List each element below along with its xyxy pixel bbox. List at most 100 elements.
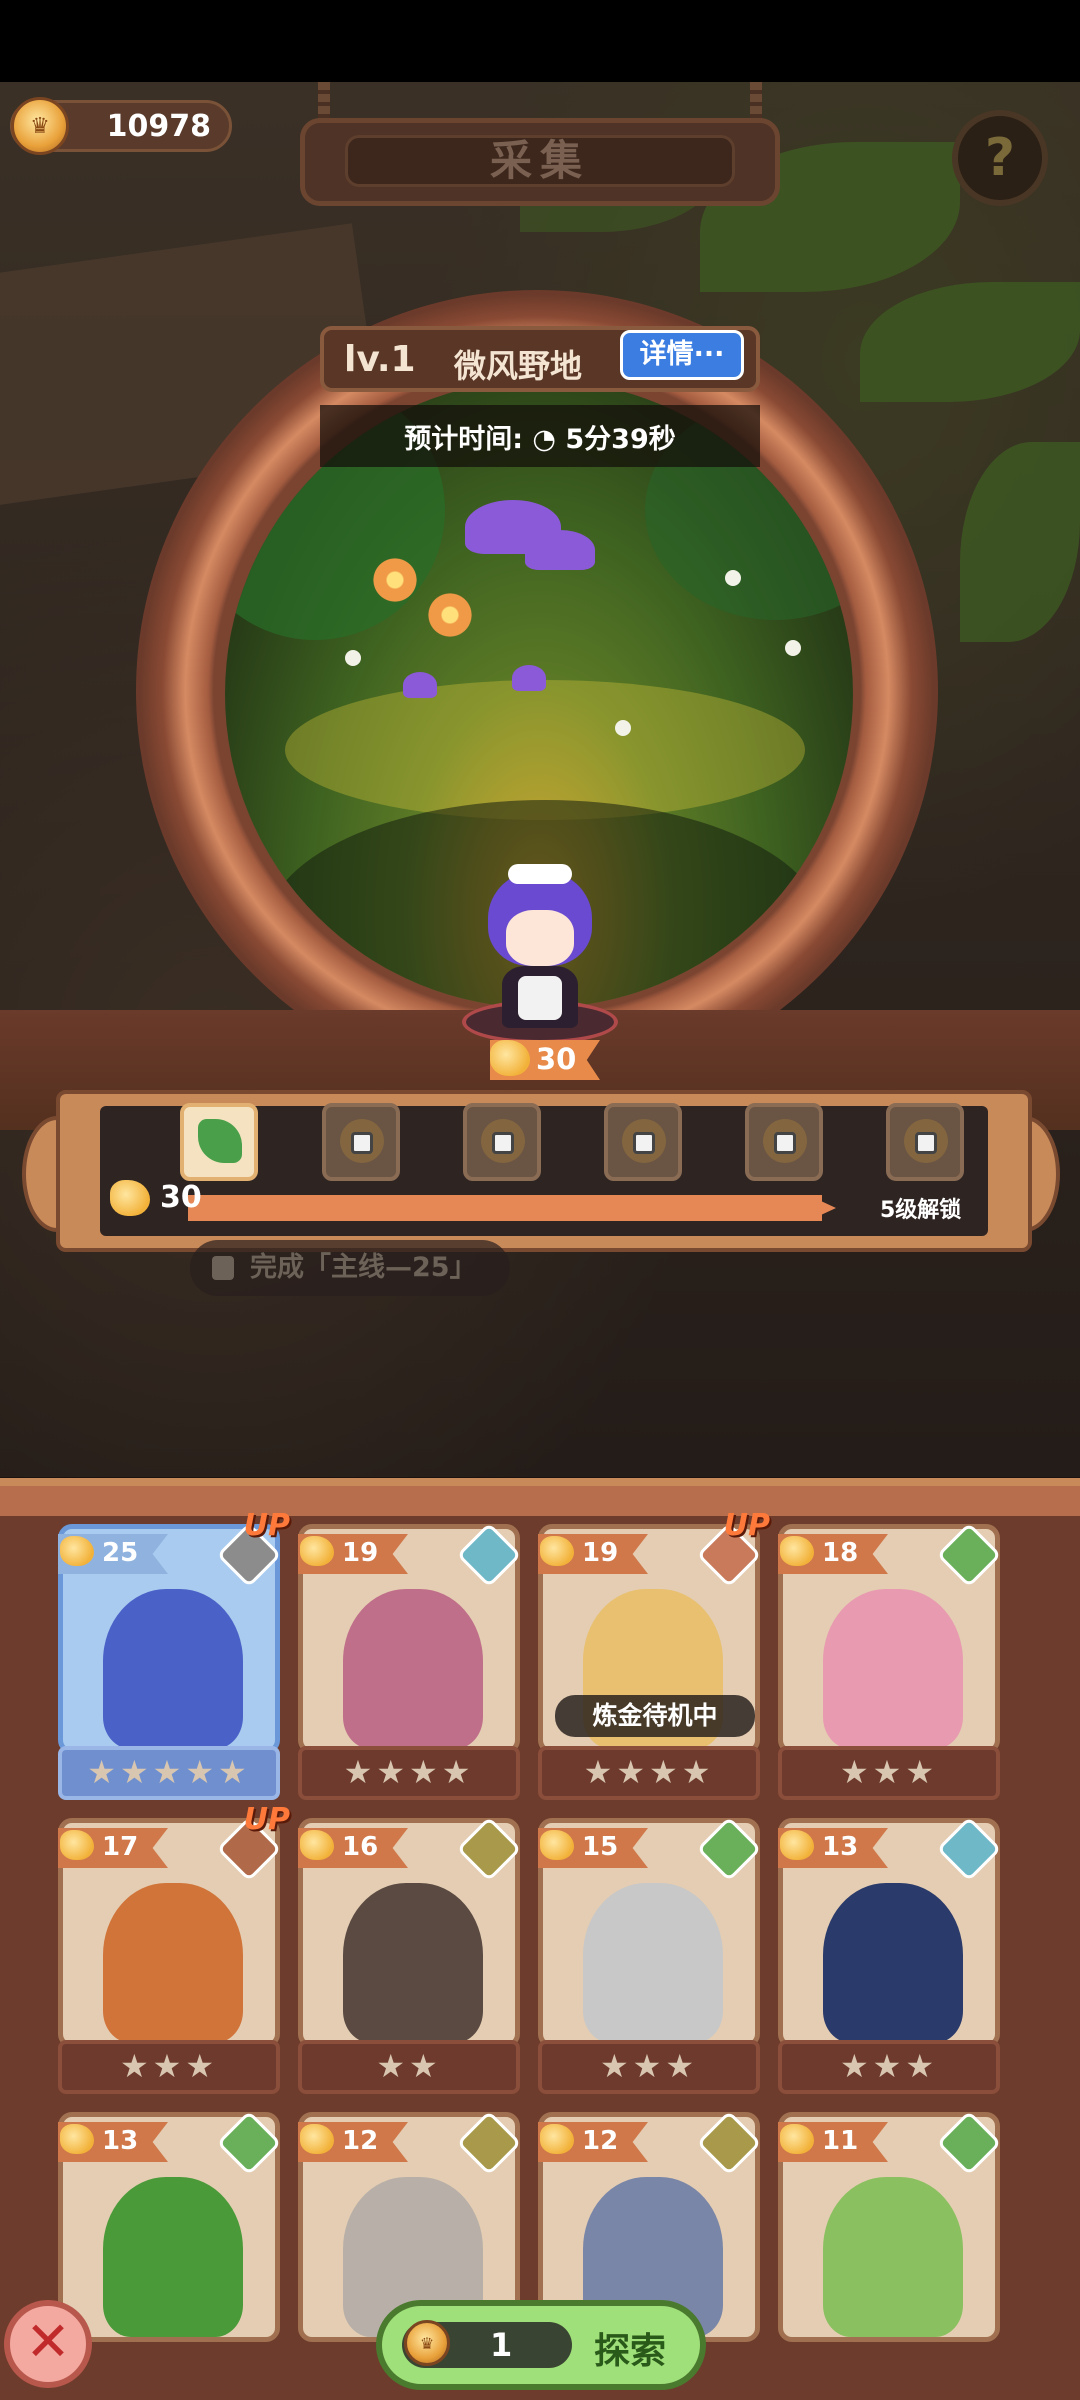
crown-coin-icon: ♛ xyxy=(11,97,69,155)
level-tag: 12 xyxy=(298,2122,408,2162)
maid-character[interactable] xyxy=(480,864,600,1040)
explore-cost-value: 1 xyxy=(490,2326,513,2364)
leaf-currency-icon xyxy=(60,2124,94,2154)
coin-amount: 10978 xyxy=(106,109,211,144)
up-badge: UP xyxy=(243,1802,290,1837)
locked-material-slot[interactable] xyxy=(745,1103,823,1181)
character-card[interactable]: 25 ★★★★★ UP xyxy=(58,1508,290,1810)
character-card[interactable]: 17 ★★★ UP xyxy=(58,1802,290,2104)
leaf-currency-icon xyxy=(300,1536,334,1566)
leaf-currency-icon xyxy=(780,1536,814,1566)
star-rating: ★★★ xyxy=(778,1746,1000,1800)
leaf-currency-icon xyxy=(780,2124,814,2154)
crown-coin-icon: ♛ xyxy=(404,2320,450,2366)
quest-requirement: 完成「主线—25」 xyxy=(190,1240,510,1296)
character-card[interactable]: 13 xyxy=(58,2110,282,2398)
character-portrait xyxy=(823,1883,963,2043)
character-card[interactable]: 11 xyxy=(778,2110,1002,2398)
level-tag: 13 xyxy=(58,2122,168,2162)
level-value: 19 xyxy=(582,1538,619,1568)
light-patch xyxy=(285,680,805,820)
character-portrait xyxy=(343,1883,483,2043)
details-button[interactable]: 详情··· xyxy=(620,330,744,380)
leaf-currency-icon xyxy=(490,1040,530,1076)
leaf-currency-icon xyxy=(300,1830,334,1860)
apron xyxy=(518,976,562,1020)
material-slot[interactable] xyxy=(180,1103,258,1181)
title-sign: 采集 xyxy=(300,118,780,206)
grass-herb-icon xyxy=(198,1119,242,1163)
level-tag: 25 xyxy=(58,1534,168,1574)
level-tag: 17 xyxy=(58,1828,168,1868)
level-tag: 19 xyxy=(298,1534,408,1574)
leaf-currency-icon xyxy=(540,1830,574,1860)
level-tag: 15 xyxy=(538,1828,648,1868)
coin-counter: ♛ 10978 xyxy=(10,97,232,155)
leaf-currency-icon xyxy=(110,1180,150,1216)
mushroom-decoration xyxy=(512,665,546,691)
level-value: 19 xyxy=(342,1538,379,1568)
harvest-count: 30 xyxy=(536,1042,577,1076)
page-title: 采集 xyxy=(345,135,735,187)
eta-value: 5分39秒 xyxy=(565,424,676,455)
character-portrait xyxy=(583,1883,723,2043)
status-label: 炼金待机中 xyxy=(555,1695,755,1737)
character-portrait xyxy=(103,1589,243,1749)
status-bar xyxy=(0,0,1080,82)
up-badge: UP xyxy=(723,1508,770,1543)
eta-label: 预计时间: xyxy=(404,424,524,455)
level-value: 17 xyxy=(102,1832,139,1862)
location-name: 微风野地 xyxy=(454,347,583,385)
star-rating: ★★★★ xyxy=(538,1746,760,1800)
character-card[interactable]: 15 ★★★ xyxy=(538,1816,762,2104)
leaf-currency-icon xyxy=(540,2124,574,2154)
character-card[interactable]: 19 ★★★★ xyxy=(298,1522,522,1810)
unlock-label: 5级解锁 xyxy=(880,1198,962,1223)
level-value: 15 xyxy=(582,1832,619,1862)
gathering-screen: ♛ 10978 采集 ? lv.1 微风野地 详情··· 预计时间: ◔ 5分3… xyxy=(0,0,1080,2400)
character-portrait xyxy=(823,1589,963,1749)
level-tag: 16 xyxy=(298,1828,408,1868)
material-progress-bar xyxy=(188,1195,836,1221)
character-card[interactable]: 18 ★★★ xyxy=(778,1522,1002,1810)
lock-icon xyxy=(351,1132,373,1154)
leaf-decoration xyxy=(860,282,1080,402)
locked-material-slot[interactable] xyxy=(604,1103,682,1181)
level-value: 13 xyxy=(822,1832,859,1862)
roster-edge xyxy=(0,1486,1080,1516)
lock-icon xyxy=(212,1256,234,1280)
locked-material-slot[interactable] xyxy=(322,1103,400,1181)
character-card[interactable]: 炼金待机中 19 ★★★★ UP xyxy=(538,1508,770,1810)
level-tag: 19 xyxy=(538,1534,648,1574)
character-card[interactable]: 13 ★★★ xyxy=(778,1816,1002,2104)
level-tag: 18 xyxy=(778,1534,888,1574)
star-rating: ★★★ xyxy=(58,2040,280,2094)
up-badge: UP xyxy=(243,1508,290,1543)
close-x-icon[interactable]: ✕ xyxy=(4,2300,92,2388)
character-portrait xyxy=(103,1883,243,2043)
petal xyxy=(785,640,801,656)
character-card[interactable]: 16 ★★ xyxy=(298,1816,522,2104)
level-tag: 11 xyxy=(778,2122,888,2162)
explore-button[interactable]: ♛ 1 探索 xyxy=(376,2300,706,2390)
lock-icon xyxy=(633,1132,655,1154)
level-value: 12 xyxy=(342,2126,379,2156)
locked-material-slot[interactable] xyxy=(886,1103,964,1181)
eta-text: 预计时间: ◔ 5分39秒 xyxy=(404,424,676,455)
locked-material-slot[interactable] xyxy=(463,1103,541,1181)
explore-cost: ♛ 1 xyxy=(402,2320,572,2368)
character-portrait xyxy=(103,2177,243,2337)
petal xyxy=(725,570,741,586)
maid-cap xyxy=(508,864,572,884)
question-mark-icon[interactable]: ? xyxy=(952,110,1048,206)
leaf-currency-icon xyxy=(780,1830,814,1860)
lock-icon xyxy=(492,1132,514,1154)
leaf-currency-icon xyxy=(60,1536,94,1566)
star-rating: ★★★ xyxy=(538,2040,760,2094)
star-rating: ★★★★ xyxy=(298,1746,520,1800)
flower-decoration xyxy=(425,590,475,640)
progress-value: 30 xyxy=(160,1180,202,1215)
star-rating: ★★★★★ xyxy=(58,1746,280,1800)
star-rating: ★★ xyxy=(298,2040,520,2094)
character-portrait xyxy=(343,1589,483,1749)
